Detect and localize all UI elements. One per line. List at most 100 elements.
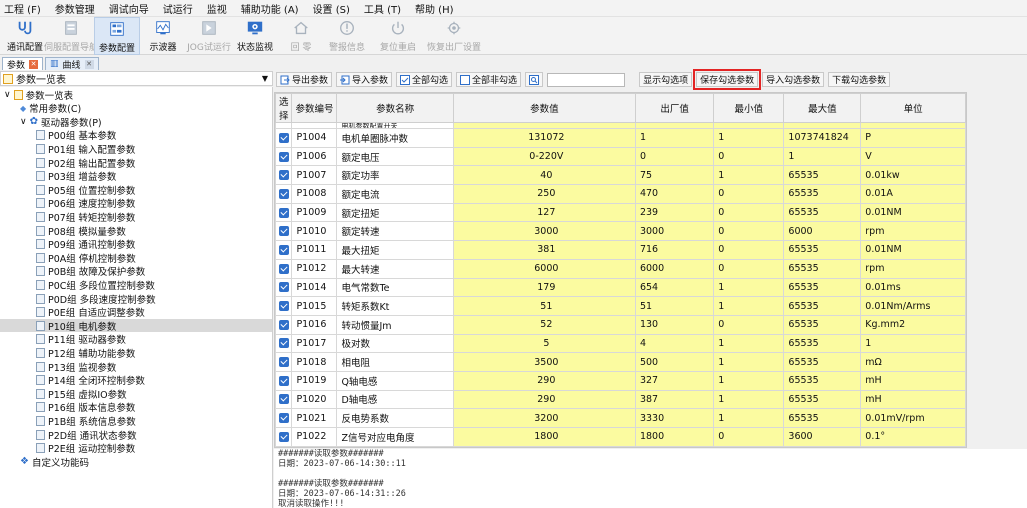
chevron-down-icon[interactable]: ∨ [20, 117, 27, 127]
table-row[interactable]: P1008 额定电流 250 470 0 65535 0.01A [275, 184, 966, 204]
tree-item[interactable]: ∨ ✿ 驱动器参数(P) [20, 115, 102, 129]
tree-item[interactable]: P16组 版本信息参数 [36, 401, 135, 414]
tree-item[interactable]: P0C组 多段位置控制参数 [36, 278, 155, 292]
row-checkbox-cell[interactable] [275, 184, 293, 204]
checkbox-checked-icon[interactable] [278, 319, 289, 330]
row-checkbox-cell[interactable] [275, 389, 293, 410]
table-row[interactable]: P1015 转矩系数Kt 51 51 1 65535 0.01Nm/Arms [275, 296, 966, 316]
table-row[interactable]: P1009 额定扭矩 127 239 0 65535 0.01NM [275, 202, 966, 223]
tree-item[interactable]: P07组 转矩控制参数 [36, 210, 135, 224]
tree-item[interactable]: P14组 全闭环控制参数 [36, 374, 145, 387]
tree-item[interactable]: P13组 监视参数 [36, 360, 116, 374]
param-value-cell[interactable]: 290 [452, 389, 636, 410]
row-checkbox-cell[interactable] [275, 333, 293, 354]
checkbox-checked-icon[interactable] [278, 226, 289, 237]
param-value-cell[interactable]: 51 [452, 296, 636, 316]
tree-item[interactable]: P0A组 停机控制参数 [36, 251, 136, 265]
tree-item[interactable]: P0D组 多段速度控制参数 [36, 292, 156, 306]
column-header[interactable]: 参数值 [452, 93, 636, 123]
import-checked-params-button[interactable]: 导入勾选参数 [762, 72, 825, 87]
param-value-cell[interactable]: 0-220V [452, 146, 636, 167]
checkbox-checked-icon[interactable] [278, 413, 289, 424]
table-row[interactable]: P1018 相电阻 3500 500 1 65535 mΩ [275, 352, 966, 372]
menu-item[interactable]: 试运行 [163, 1, 193, 16]
column-header[interactable]: 参数编号 [291, 93, 338, 123]
checkbox-checked-icon[interactable] [278, 338, 289, 349]
column-header[interactable]: 出厂值 [634, 93, 715, 123]
tab-parameters[interactable]: 参数 ✕ [2, 57, 44, 71]
chevron-down-icon[interactable]: ∨ [4, 90, 11, 100]
menu-item[interactable]: 帮助 (H) [415, 1, 454, 16]
param-value-cell[interactable]: 381 [452, 240, 636, 260]
toolbar-button-wizard[interactable]: 伺服配置导航 [44, 17, 98, 55]
toolbar-button-monitor[interactable]: 状态监视 [232, 17, 278, 55]
checkbox-checked-icon[interactable] [278, 282, 289, 293]
table-row[interactable]: P1004 电机单圈脉冲数 131072 1 1 1073741824 P [275, 128, 966, 148]
checkbox-checked-icon[interactable] [278, 357, 289, 368]
param-value-cell[interactable]: 3200 [452, 408, 636, 428]
checkbox-checked-icon[interactable] [278, 188, 289, 199]
tree-item[interactable]: P00组 基本参数 [36, 129, 116, 142]
row-checkbox-cell[interactable] [275, 427, 293, 447]
close-icon[interactable]: ✕ [29, 59, 39, 69]
tree-item[interactable]: P1B组 系统信息参数 [36, 414, 136, 428]
row-checkbox-cell[interactable] [275, 258, 293, 279]
param-value-cell[interactable]: 5 [452, 333, 636, 354]
tree-item[interactable]: ◆ 常用参数(C) [20, 102, 81, 116]
checkbox-checked-icon[interactable] [278, 151, 289, 162]
tree-item[interactable]: P08组 模拟量参数 [36, 224, 126, 238]
chevron-down-icon[interactable]: ▼ [262, 74, 268, 83]
tree-item[interactable]: P01组 输入配置参数 [36, 142, 135, 156]
toolbar-button-alarm[interactable]: 警报信息 [324, 17, 370, 55]
table-row[interactable]: P1010 额定转速 3000 3000 0 6000 rpm [275, 221, 966, 242]
param-value-cell[interactable]: 131072 [452, 128, 636, 148]
tree-item[interactable]: P10组 电机参数 [0, 319, 272, 333]
row-checkbox-cell[interactable] [275, 370, 293, 391]
table-row[interactable]: P1020 D轴电感 290 387 1 65535 mH [275, 389, 966, 410]
column-header[interactable]: 参数名称 [336, 93, 454, 123]
close-icon[interactable]: ✕ [84, 59, 94, 69]
row-checkbox-cell[interactable] [275, 146, 293, 167]
checkbox-checked-icon[interactable] [278, 207, 289, 218]
checkbox-checked-icon[interactable] [278, 132, 289, 143]
checkbox-checked-icon[interactable] [278, 301, 289, 312]
checkbox-checked-icon[interactable] [278, 431, 289, 442]
param-value-cell[interactable]: 1800 [452, 427, 636, 447]
menu-item[interactable]: 监视 [207, 1, 227, 16]
checkbox-checked-icon[interactable] [278, 375, 289, 386]
param-value-cell[interactable]: 40 [452, 165, 636, 186]
param-value-cell[interactable]: 52 [452, 314, 636, 335]
param-value-cell[interactable]: 250 [452, 184, 636, 204]
row-checkbox-cell[interactable] [275, 240, 293, 260]
tree-item[interactable]: P02组 输出配置参数 [36, 156, 135, 170]
table-row[interactable]: P1016 转动惯量Jm 52 130 0 65535 Kg.mm2 [275, 314, 966, 335]
tree-item[interactable]: P2E组 运动控制参数 [36, 442, 135, 455]
checkbox-checked-icon[interactable] [278, 263, 289, 274]
table-row[interactable]: P1019 Q轴电感 290 327 1 65535 mH [275, 370, 966, 391]
param-value-cell[interactable]: 127 [452, 202, 636, 223]
search-button[interactable] [525, 72, 544, 87]
param-value-cell[interactable]: 290 [452, 370, 636, 391]
menu-item[interactable]: 参数管理 [55, 1, 95, 16]
row-checkbox-cell[interactable] [275, 408, 293, 428]
param-value-cell[interactable]: 3000 [452, 221, 636, 242]
search-input[interactable] [547, 72, 626, 87]
checkbox-checked-icon[interactable] [278, 244, 289, 255]
tree-item[interactable]: P15组 虚拟IO参数 [36, 387, 127, 401]
column-header[interactable]: 最小值 [713, 93, 785, 123]
tree-item[interactable]: P12组 辅助功能参数 [36, 346, 135, 360]
table-row[interactable]: P1006 额定电压 0-220V 0 0 1 V [275, 146, 966, 167]
menu-item[interactable]: 工程 (F) [4, 1, 41, 16]
menu-item[interactable]: 设置 (S) [313, 1, 350, 16]
column-header[interactable]: 选择 [275, 93, 293, 123]
export-params-button[interactable]: 导出参数 [276, 72, 333, 87]
tree-item[interactable]: P09组 通讯控制参数 [36, 238, 135, 251]
row-checkbox-cell[interactable] [275, 221, 293, 242]
table-row[interactable]: P1017 极对数 5 4 1 65535 1 [275, 333, 966, 354]
tree-item[interactable]: P03组 增益参数 [36, 170, 116, 183]
save-checked-params-button[interactable]: 保存勾选参数 [693, 69, 762, 90]
show-checked-button[interactable]: 显示勾选项 [639, 72, 693, 87]
param-value-cell[interactable]: 6000 [452, 258, 636, 279]
deselect-all-button[interactable]: 全部非勾选 [456, 72, 522, 87]
download-checked-params-button[interactable]: 下载勾选参数 [828, 72, 891, 87]
